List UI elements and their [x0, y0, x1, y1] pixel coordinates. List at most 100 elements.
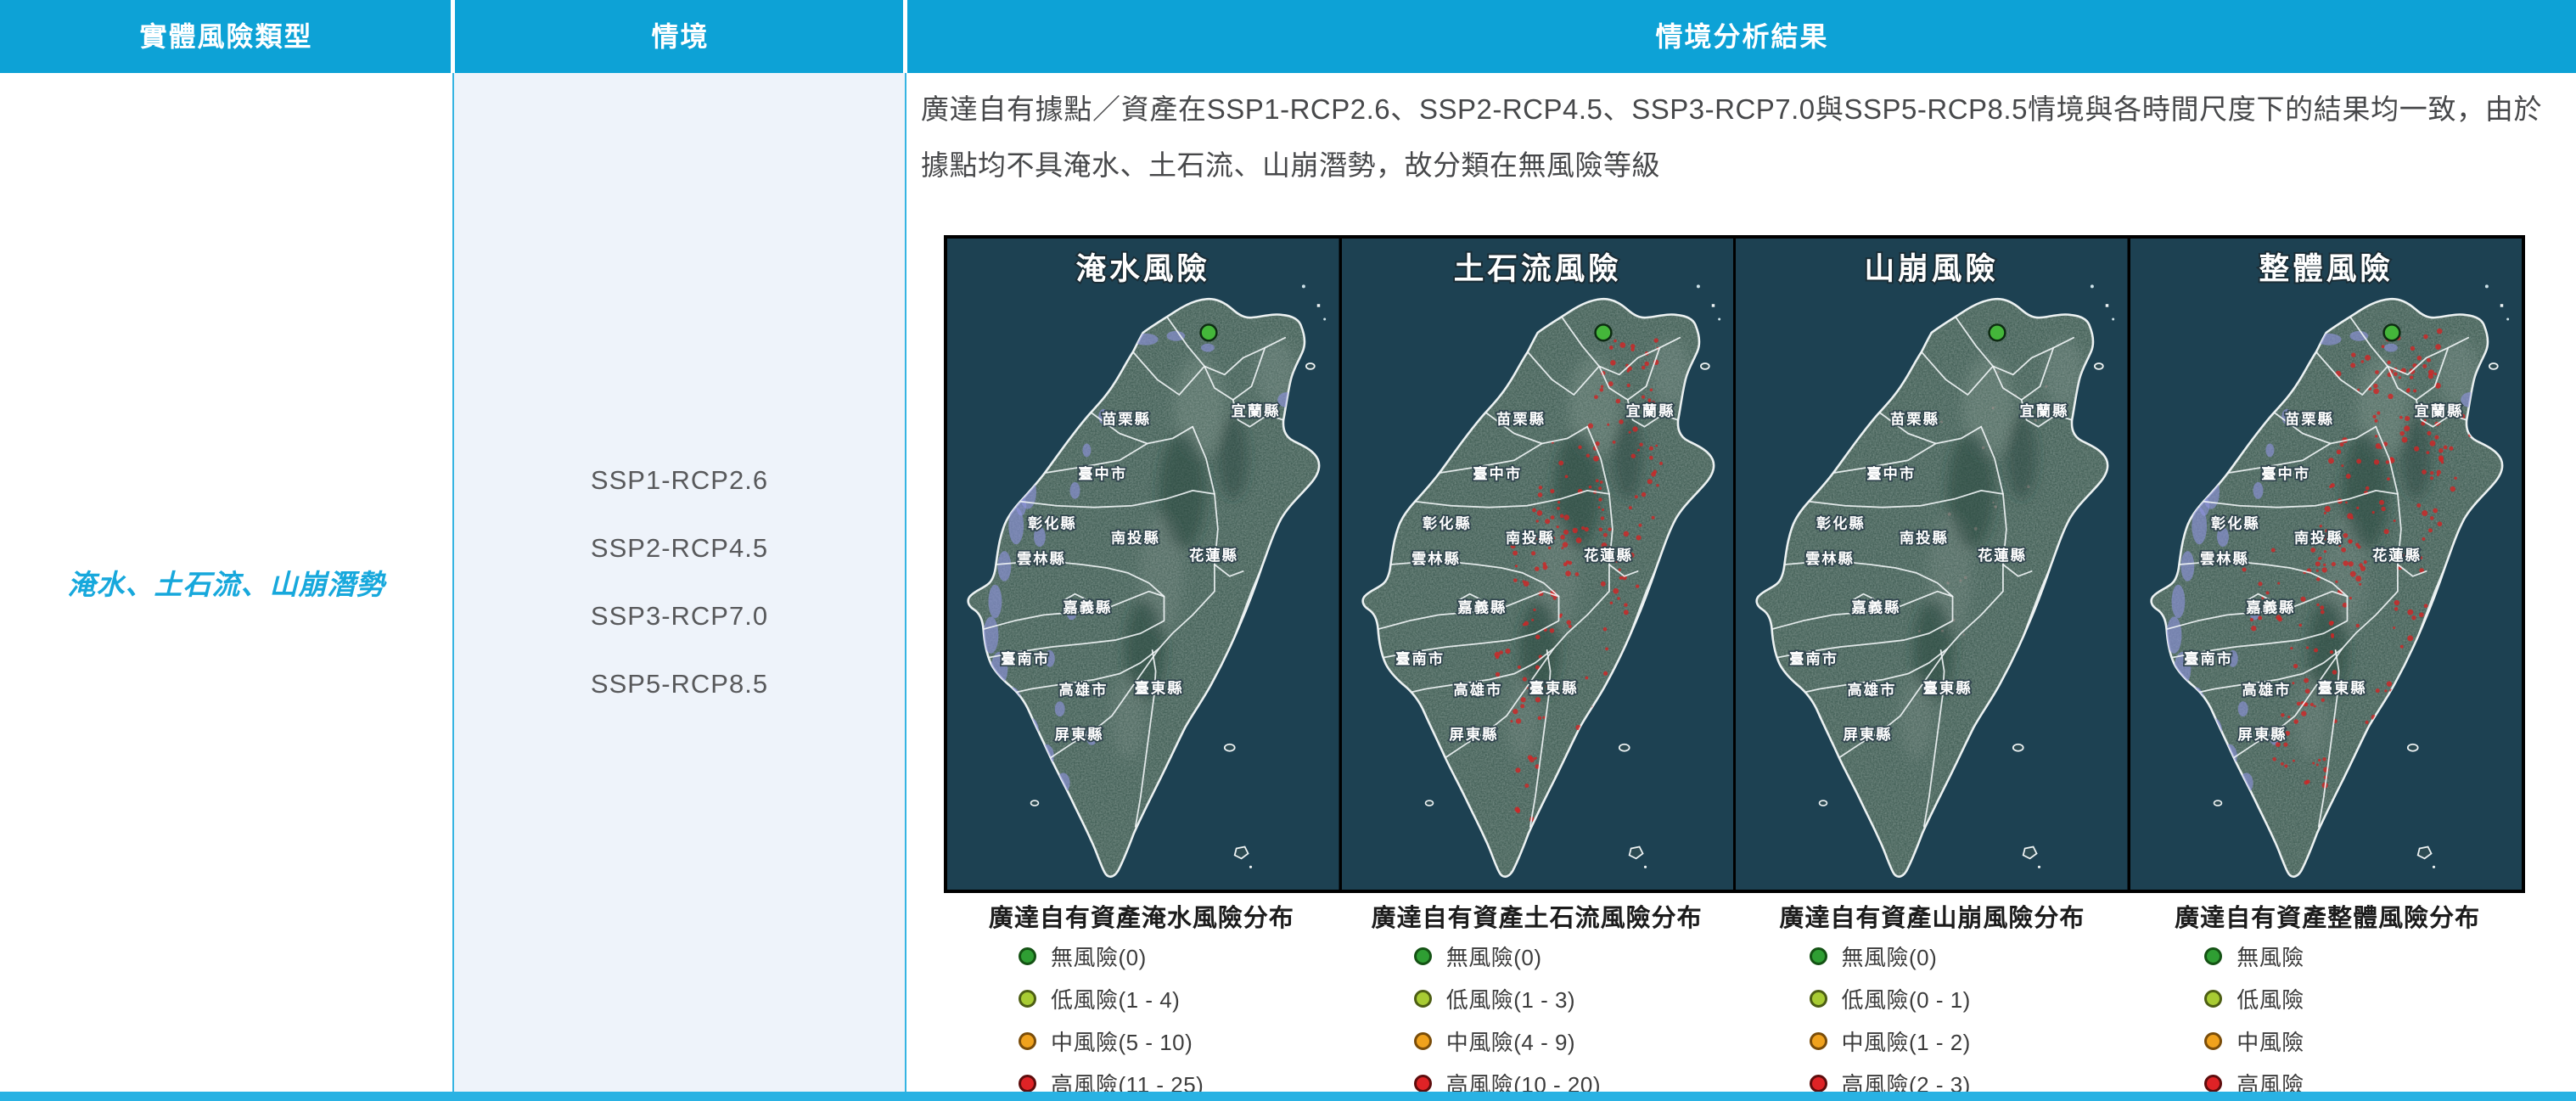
risk-overlay-dot: [1639, 442, 1642, 446]
risk-overlay-dot: [1520, 704, 1524, 708]
risk-overlay-dot: [2305, 646, 2308, 649]
risk-overlay-dot: [2422, 510, 2427, 516]
risk-overlay-dot: [2312, 762, 2315, 765]
risk-overlay-dot: [1558, 460, 1563, 465]
map-legend: 無風險(0)低風險(0 - 1)中風險(1 - 2)高風險(2 - 3): [1735, 941, 2130, 1099]
legend-dot: [1019, 1032, 1036, 1050]
risk-overlay-dot: [1512, 551, 1518, 556]
risk-overlay-dot: [1527, 755, 1532, 760]
risk-overlay-dot: [1535, 635, 1540, 640]
legend-dot: [1810, 1032, 1827, 1050]
risk-overlay-dot: [2350, 362, 2355, 368]
risk-overlay-dot: [2357, 545, 2360, 548]
county-label: 臺南市: [2184, 650, 2233, 667]
risk-overlay-dot: [2330, 483, 2334, 487]
risk-overlay-dot: [1524, 621, 1529, 626]
risk-overlay-dot: [1496, 655, 1499, 659]
legend-dot: [1414, 1075, 1432, 1093]
risk-overlay-dot: [2388, 394, 2393, 399]
risk-overlay-dot: [2437, 521, 2442, 526]
risk-overlay-dot: [1608, 345, 1613, 350]
risk-overlay-dot: [1649, 388, 1653, 391]
risk-overlay-dot: [1585, 454, 1589, 458]
flood-overlay-patch: [2237, 701, 2248, 716]
risk-overlay-dot: [1651, 472, 1656, 477]
county-label: 花蓮縣: [1978, 547, 2027, 564]
risk-overlay-dot: [2027, 486, 2029, 488]
risk-overlay-dot: [2365, 486, 2369, 491]
risk-overlay-dot: [2280, 762, 2283, 766]
risk-overlay-dot: [1566, 620, 1571, 625]
site-marker-dot: [1595, 324, 1611, 340]
county-label: 臺南市: [1001, 650, 1050, 667]
risk-overlay-dot: [2422, 537, 2425, 541]
risk-overlay-dot: [2381, 345, 2384, 348]
county-label: 南投縣: [1111, 529, 1160, 546]
map-title: 整體風險: [2259, 252, 2393, 286]
county-label: 高雄市: [2242, 681, 2291, 698]
county-label: 苗栗縣: [1890, 411, 1939, 428]
risk-overlay-dot: [1636, 535, 1641, 540]
risk-overlay-dot: [1607, 424, 1609, 426]
header-scenario: 情境: [456, 0, 905, 73]
map-captions-row: 廣達自有資產淹水風險分布廣達自有資產土石流風險分布廣達自有資產山崩風險分布廣達自…: [944, 898, 2525, 934]
risk-overlay-dot: [1510, 720, 1512, 722]
risk-overlay-dot: [2436, 329, 2442, 334]
site-marker-dot: [1990, 324, 2006, 340]
risk-overlay-dot: [2355, 624, 2359, 627]
risk-overlay-dot: [1641, 396, 1644, 399]
risk-overlay-dot: [2393, 626, 2395, 629]
county-label: 苗栗縣: [1496, 411, 1545, 428]
risk-overlay-dot: [2436, 474, 2439, 476]
map-panel: 苗栗縣宜蘭縣臺中市彰化縣南投縣雲林縣花蓮縣嘉義縣臺南市高雄市臺東縣屏東縣 土石流…: [1342, 239, 1734, 890]
legend-dot: [1019, 1075, 1036, 1093]
risk-overlay-dot: [2350, 517, 2353, 520]
risk-overlay-dot: [2434, 435, 2439, 439]
flood-overlay-patch: [1082, 443, 1091, 457]
county-label: 彰化縣: [1422, 514, 1471, 531]
risk-overlay-dot: [1542, 565, 1547, 570]
risk-overlay-dot: [2379, 500, 2384, 505]
risk-overlay-dot: [2454, 476, 2457, 480]
risk-overlay-dot: [2331, 621, 2333, 624]
legend-dot: [1810, 947, 1827, 965]
legend-item: 低風險: [2204, 983, 2525, 1014]
risk-overlay-dot: [2401, 437, 2407, 443]
risk-overlay-dot: [1628, 431, 1630, 434]
risk-overlay-dot: [2349, 571, 2355, 577]
risk-overlay-dot: [1505, 649, 1510, 654]
analysis-paragraph: 廣達自有據點／資產在SSP1-RCP2.6、SSP2-RCP4.5、SSP3-R…: [921, 81, 2542, 194]
flood-overlay-patch: [2265, 443, 2274, 457]
risk-overlay-dot: [1653, 338, 1658, 342]
risk-overlay-dot: [2045, 385, 2047, 388]
risk-overlay-dot: [1556, 525, 1558, 528]
risk-overlay-dot: [1515, 718, 1520, 723]
legend-dot: [1019, 947, 1036, 965]
risk-overlay-dot: [2429, 441, 2435, 447]
risk-overlay-dot: [2384, 689, 2387, 692]
risk-overlay-dot: [2275, 742, 2280, 747]
flood-overlay-patch: [1070, 482, 1080, 499]
risk-overlay-dot: [2393, 372, 2397, 376]
risk-overlay-dot: [2349, 597, 2351, 599]
county-label: 屏東縣: [2237, 726, 2287, 743]
risk-overlay-dot: [2365, 355, 2371, 361]
ocean-speck: [2484, 284, 2488, 288]
risk-overlay-dot: [2399, 416, 2402, 419]
ocean-speck: [2112, 318, 2114, 321]
risk-overlay-dot: [2381, 507, 2385, 511]
risk-overlay-dot: [1634, 495, 1637, 498]
risk-overlay-dot: [1564, 475, 1568, 478]
legend-label: 無風險(0): [1842, 941, 1938, 972]
risk-overlay-dot: [2423, 334, 2428, 340]
county-label: 高雄市: [1847, 681, 1896, 698]
risk-overlay-dot: [2315, 570, 2318, 572]
risk-overlay-dot: [2258, 581, 2262, 586]
risk-overlay-dot: [1585, 677, 1588, 680]
county-label: 臺中市: [1078, 465, 1127, 482]
risk-overlay-dot: [1595, 479, 1598, 482]
legend-item: 低風險(1 - 4): [1019, 983, 1339, 1014]
risk-overlay-dot: [2309, 703, 2313, 706]
county-label: 臺東縣: [1923, 679, 1973, 696]
risk-overlay-dot: [2416, 503, 2421, 508]
